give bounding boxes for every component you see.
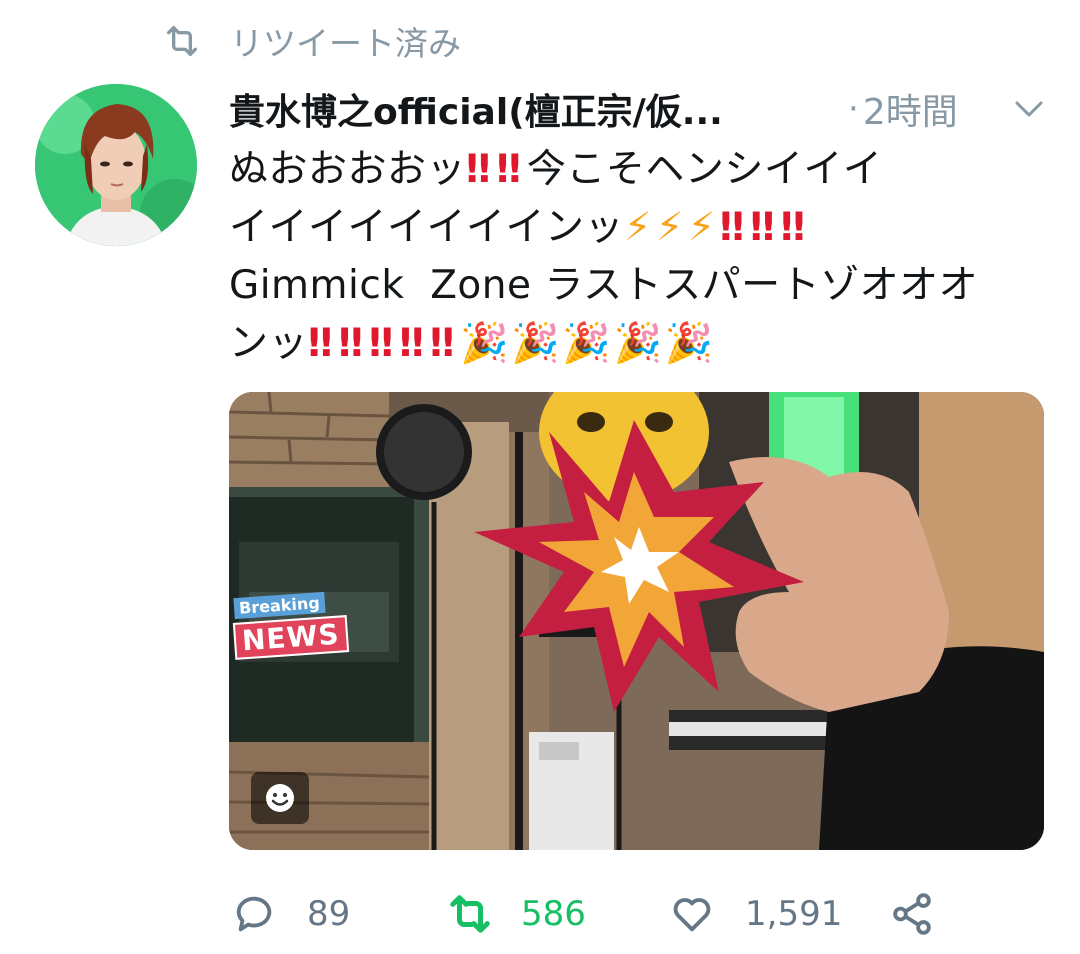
text-segment: 今こそヘンシイイイ [526, 147, 883, 192]
tweet-text-line: Gimmick Zone ラストスパートゾオオオ [229, 257, 1039, 315]
timestamp[interactable]: 2時間 [863, 83, 958, 135]
double-exclamation-emoji: ‼ [780, 205, 805, 250]
share-icon [893, 893, 931, 935]
heart-icon [673, 898, 711, 932]
sticker-button[interactable] [251, 772, 309, 824]
party-popper-emoji: 🎉 [613, 321, 663, 366]
text-segment: ぬおおおおッ [229, 147, 467, 192]
double-exclamation-emoji: ‼ [750, 205, 774, 250]
text-segment: イイイイイイイインッ [229, 205, 625, 250]
chevron-down-icon[interactable] [1013, 96, 1045, 122]
tweet-text-line: イイイイイイイインッ⚡ ⚡ ⚡ ‼ ‼ ‼ [229, 199, 1039, 257]
retweet-count: 586 [521, 894, 586, 934]
double-exclamation-emoji: ‼ [399, 321, 423, 366]
like-button[interactable]: 1,591 [669, 884, 842, 944]
double-exclamation-emoji: ‼ [719, 205, 744, 250]
retweeted-label: リツイート済み [230, 24, 461, 63]
avatar-image [35, 84, 197, 246]
smiley-icon [266, 784, 294, 812]
party-popper-emoji: 🎉 [664, 321, 714, 366]
double-exclamation-emoji: ‼ [429, 321, 454, 366]
breaking-label: Breaking [233, 591, 326, 620]
retweeted-banner: リツイート済み [162, 18, 461, 64]
breaking-news-sticker: Breaking NEWS [232, 591, 349, 660]
lightning-emoji: ⚡ [624, 205, 652, 250]
double-exclamation-emoji: ‼ [308, 321, 332, 366]
studio-photo [229, 392, 1044, 850]
tweet-actions: 89 586 1,591 [229, 884, 1049, 944]
tweet-card[interactable]: リツイート済み 貴水博之official(檀正宗/仮... · 2時間 ぬおおお… [0, 0, 1080, 954]
tweet-text: ぬおおおおッ‼ ‼ 今こそヘンシイイイ イイイイイイイインッ⚡ ⚡ ⚡ ‼ ‼ ‼ Gimmi… [229, 141, 1039, 373]
retweet-button[interactable]: 586 [447, 884, 586, 944]
double-exclamation-emoji: ‼ [466, 147, 490, 192]
retweet-icon [450, 895, 490, 933]
text-segment: ンッ [229, 321, 309, 366]
display-name[interactable]: 貴水博之official(檀正宗/仮... [229, 83, 804, 135]
reply-icon [236, 896, 272, 932]
party-popper-emoji: 🎉 [511, 321, 561, 366]
reply-count: 89 [307, 894, 351, 934]
double-exclamation-emoji: ‼ [368, 321, 393, 366]
share-button[interactable] [889, 884, 935, 944]
tweet-text-line: ンッ‼ ‼ ‼ ‼ ‼ 🎉🎉🎉🎉🎉 [229, 315, 1039, 373]
tweet-text-line: ぬおおおおッ‼ ‼ 今こそヘンシイイイ [229, 141, 1039, 199]
party-popper-emoji: 🎉 [460, 321, 510, 366]
double-exclamation-emoji: ‼ [496, 147, 520, 192]
lightning-emoji: ⚡ [687, 205, 716, 250]
retweet-icon [167, 26, 197, 56]
lightning-emoji: ⚡ [655, 205, 684, 250]
party-popper-emoji: 🎉 [562, 321, 612, 366]
news-label: NEWS [232, 615, 349, 660]
tweet-media[interactable]: Breaking NEWS [229, 392, 1044, 850]
double-exclamation-emoji: ‼ [338, 321, 362, 366]
avatar[interactable] [35, 84, 197, 246]
reply-button[interactable]: 89 [231, 884, 350, 944]
header-separator: · [848, 89, 859, 129]
tweet-header: 貴水博之official(檀正宗/仮... · 2時間 [229, 82, 1049, 136]
text-segment: Gimmick Zone ラストスパートゾオオオ [229, 263, 979, 308]
like-count: 1,591 [745, 894, 843, 934]
